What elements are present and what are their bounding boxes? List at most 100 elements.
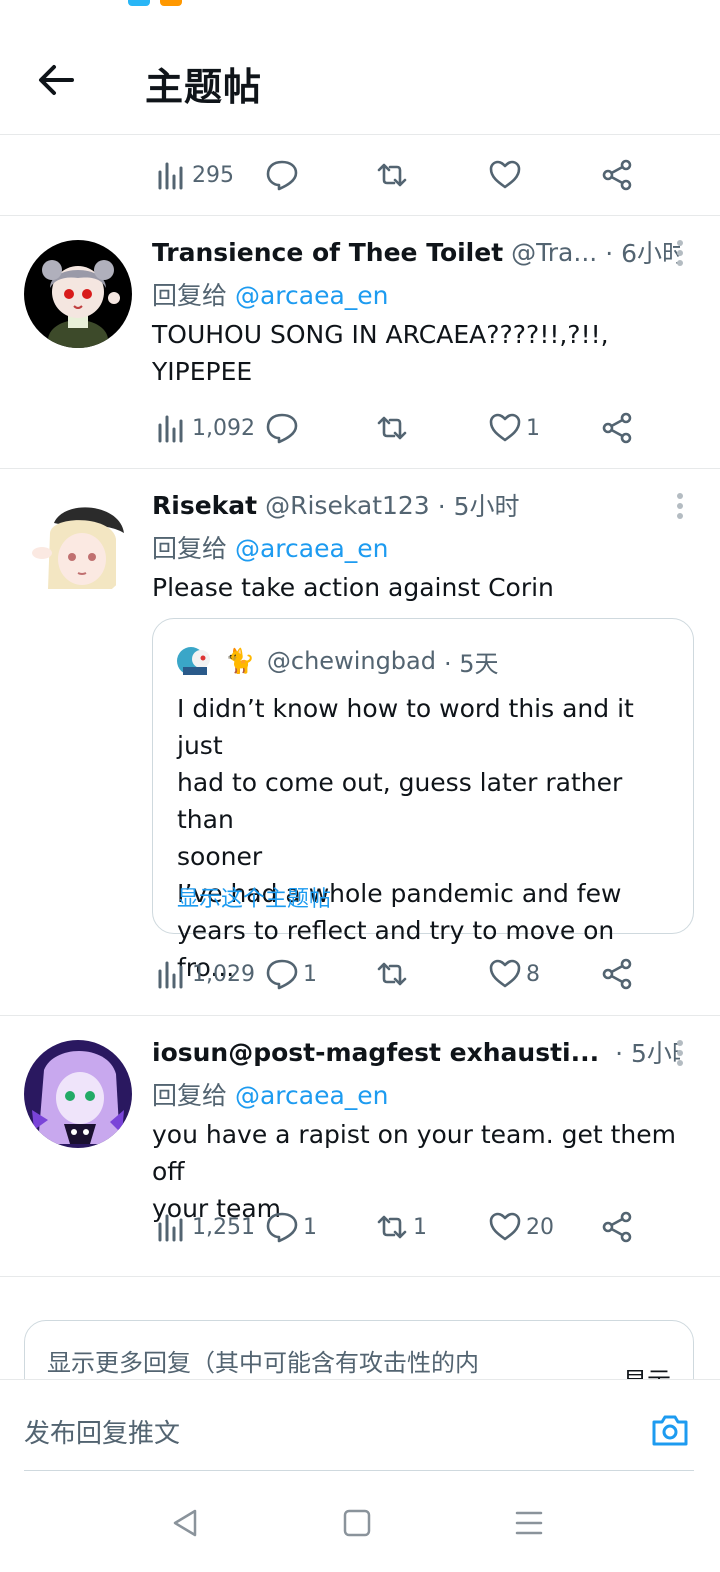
more-vertical-icon[interactable] [676,240,684,270]
quote-timestamp: · 5天 [443,649,499,678]
quoted-tweet[interactable]: 🐈 @chewingbad · 5天 I didn’t know how to … [152,618,694,982]
reply-context: 回复给 @arcaea_en [152,1076,389,1112]
tweet-header: iosun@post-magfest exhausti... · 5小时 [152,1034,680,1070]
like-button[interactable]: 8 [488,954,540,994]
views-count: 1,029 [192,961,255,987]
notification-icon [160,0,182,6]
display-name[interactable]: Risekat [152,491,257,520]
user-handle[interactable]: @Risekat123 [265,491,430,520]
quote-emoji: 🐈 [225,647,255,675]
views-button[interactable]: 1,251 [154,1207,255,1247]
share-icon [602,1211,632,1243]
reply-button[interactable] [265,155,303,195]
tweet-text: Please take action against Corin [152,569,690,606]
retweet-icon [377,163,407,187]
reply-prefix: 回复给 [152,1081,228,1110]
display-name[interactable]: Transience of Thee Toilet [152,238,503,267]
views-button[interactable]: 1,092 [154,408,255,448]
reply-tweet[interactable]: Risekat @Risekat123 · 5小时 回复给 @arcaea_en… [0,469,720,1015]
reply-prefix: 回复给 [152,281,228,310]
reply-tweet[interactable]: Transience of Thee Toilet @Tra... · 6小时 … [0,216,720,468]
retweet-button[interactable] [375,408,413,448]
share-button[interactable] [600,1207,634,1247]
camera-icon[interactable] [650,1410,690,1450]
tweet-header: Risekat @Risekat123 · 5小时 [152,487,680,523]
share-icon [602,412,632,444]
share-button[interactable] [600,408,634,448]
reply-prefix: 回复给 [152,534,228,563]
reply-button[interactable]: 1 [265,954,317,994]
nav-home-icon[interactable] [337,1503,377,1543]
retweet-button[interactable] [375,155,413,195]
reply-context: 回复给 @arcaea_en [152,276,389,312]
notification-icon [128,0,150,6]
display-name[interactable]: iosun@post-magfest exhausti... [152,1038,599,1067]
avatar[interactable] [24,1040,132,1148]
reply-input[interactable]: 发布回复推文 [24,1413,180,1450]
user-handle[interactable]: @Tra... [511,238,597,267]
mention-link[interactable]: @arcaea_en [235,281,389,310]
quote-avatar[interactable] [175,641,215,681]
views-count: 295 [192,162,234,188]
heart-icon [489,1212,521,1241]
mention-link[interactable]: @arcaea_en [235,1081,389,1110]
share-button[interactable] [600,155,634,195]
show-thread-link[interactable]: 显示这个主题帖 [177,881,331,913]
reply-count: 1 [303,961,317,987]
more-vertical-icon[interactable] [676,493,684,523]
page-title: 主题帖 [145,65,263,109]
retweet-count: 1 [413,1214,427,1240]
tweet-actions: 1,029 1 8 [152,954,652,994]
speech-bubble-icon [266,959,298,990]
heart-icon [489,413,521,442]
speech-bubble-icon [266,1212,298,1243]
quote-text: I didn’t know how to word this and it ju… [177,690,671,986]
views-count: 1,092 [192,415,255,441]
speech-bubble-icon [266,413,298,444]
text-line: YIPEPEE [152,357,253,386]
reply-context: 回复给 @arcaea_en [152,529,389,565]
heart-icon [489,959,521,988]
quote-header: 🐈 @chewingbad · 5天 [175,641,499,681]
share-button[interactable] [600,954,634,994]
retweet-button[interactable]: 1 [375,1207,427,1247]
views-count: 1,251 [192,1214,255,1240]
more-vertical-icon[interactable] [676,1040,684,1070]
bar-chart-icon [158,415,183,443]
bar-chart-icon [158,162,183,190]
tweet-actions: 1,092 1 [152,408,652,448]
system-nav-bar [0,1471,720,1572]
show-more-text: 显示更多回复（其中可能含有攻击性的内 [47,1349,479,1377]
like-button[interactable]: 20 [488,1207,554,1247]
heart-icon [489,160,521,189]
bar-chart-icon [158,1214,183,1242]
share-icon [602,159,632,191]
text-line: Please take action against Corin [152,573,554,602]
like-button[interactable]: 1 [488,408,540,448]
avatar[interactable] [24,240,132,348]
nav-menu-icon[interactable] [509,1503,549,1543]
timestamp: · 6小时 [605,239,680,268]
reply-button[interactable] [265,408,303,448]
views-button[interactable]: 295 [154,155,234,195]
share-icon [602,958,632,990]
views-button[interactable]: 1,029 [154,954,255,994]
tweet-text: TOUHOU SONG IN ARCAEA????!!,?!!, YIPEPEE [152,316,690,390]
text-line: I didn’t know how to word this and it ju… [177,694,634,760]
mention-link[interactable]: @arcaea_en [235,534,389,563]
reply-button[interactable]: 1 [265,1207,317,1247]
retweet-icon [377,962,407,986]
retweet-button[interactable] [375,954,413,994]
avatar[interactable] [24,493,132,601]
timestamp: · 5小时 [437,492,520,521]
nav-back-icon[interactable] [165,1503,205,1543]
tweet-header: Transience of Thee Toilet @Tra... · 6小时 [152,234,680,270]
like-button[interactable] [488,155,526,195]
status-bar [0,0,720,14]
tweet-actions: 1,251 1 1 20 [152,1207,652,1247]
back-button[interactable] [34,58,78,102]
signal-battery-icon [560,0,670,4]
like-count: 8 [526,961,540,987]
quote-handle[interactable]: @chewingbad [267,647,436,675]
reply-tweet[interactable]: iosun@post-magfest exhausti... · 5小时 回复给… [0,1016,720,1276]
